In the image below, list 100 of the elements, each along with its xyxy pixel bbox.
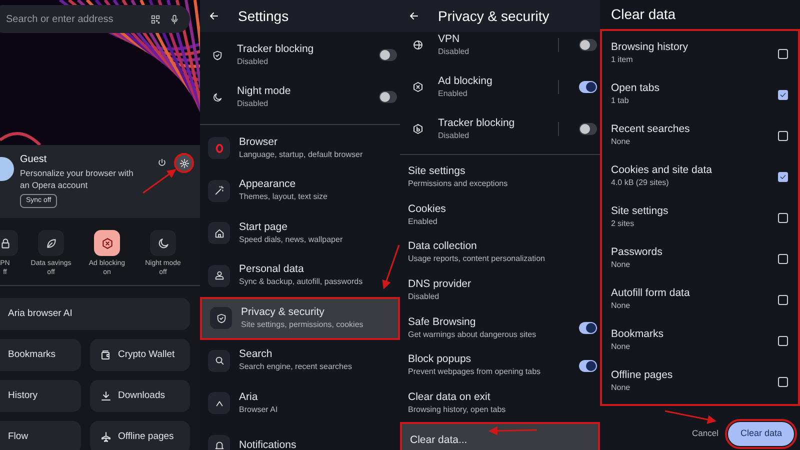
- settings-item[interactable]: Search Search engine, recent searches: [200, 340, 400, 382]
- tile-button[interactable]: Downloads: [90, 380, 190, 412]
- privacy-setting-item[interactable]: Safe Browsing Get warnings about dangerous sites: [400, 309, 600, 347]
- clear-data-button[interactable]: Clear data: [728, 422, 794, 446]
- checkbox[interactable]: [778, 336, 788, 346]
- checkbox[interactable]: [778, 294, 788, 304]
- settings-item[interactable]: Privacy & security Site settings, permissions, cookies: [200, 297, 400, 340]
- setting-subtitle: Sync & backup, autofill, passwords: [239, 276, 363, 288]
- privacy-setting-item[interactable]: Site settings Permissions and exceptions: [400, 159, 600, 197]
- setting-title: Tracker blocking: [438, 116, 516, 130]
- profile-name: Guest: [20, 153, 48, 167]
- qr-code-icon: [150, 14, 161, 24]
- privacy-setting-item[interactable]: Clear data...: [400, 422, 600, 450]
- person-icon: [214, 270, 224, 282]
- setting-title: Clear data...: [410, 434, 468, 448]
- toggle-switch[interactable]: [579, 322, 597, 334]
- setting-subtitle: Disabled: [237, 56, 270, 68]
- option-title: Autofill form data: [611, 287, 691, 300]
- setting-title: Night mode: [237, 84, 292, 98]
- toggle-switch[interactable]: [579, 39, 597, 51]
- option-title: Recent searches: [611, 123, 691, 136]
- toggle-switch[interactable]: [579, 123, 597, 135]
- tile-button[interactable]: Crypto Wallet: [90, 339, 190, 371]
- checkbox[interactable]: [778, 376, 788, 386]
- cancel-button[interactable]: Cancel: [690, 427, 720, 440]
- setting-subtitle: Prevent webpages from opening tabs: [408, 366, 542, 378]
- lock-icon: [0, 236, 12, 250]
- quick-toggle-button[interactable]: [150, 230, 176, 256]
- opera-logo-icon: [214, 142, 224, 154]
- settings-item[interactable]: Personal data Sync & backup, autofill, passwords: [200, 254, 400, 297]
- setting-subtitle: Permissions and exceptions: [408, 178, 509, 190]
- setting-title: Personal data: [239, 263, 305, 276]
- search-bar[interactable]: Search or enter address: [0, 5, 190, 33]
- avatar-icon: [0, 157, 14, 181]
- page-title: Privacy & security: [438, 6, 550, 26]
- setting-title: DNS provider: [408, 278, 472, 292]
- tile-button[interactable]: Bookmarks: [0, 339, 81, 371]
- privacy-setting-item[interactable]: Block popups Prevent webpages from opening tabs: [400, 346, 600, 385]
- settings-item[interactable]: Start page Speed dials, news, wallpaper: [200, 212, 400, 254]
- option-subtitle: None: [611, 136, 632, 148]
- checkbox[interactable]: [778, 212, 788, 222]
- setting-title: Search: [239, 348, 274, 362]
- setting-title: Start page: [239, 220, 288, 234]
- option-title: Bookmarks: [611, 328, 665, 341]
- tile-button[interactable]: Aria browser AI: [0, 298, 190, 330]
- tile-button[interactable]: Offline pages: [90, 421, 190, 450]
- setting-title: Clear data on exit: [408, 390, 492, 404]
- setting-title: Safe Browsing: [408, 316, 477, 329]
- tile-button[interactable]: Flow: [0, 421, 81, 450]
- setting-title: Tracker blocking: [237, 42, 315, 56]
- setting-subtitle: Language, startup, default browser: [239, 148, 363, 161]
- wallet-icon: [100, 349, 112, 361]
- option-subtitle: 1 item: [611, 54, 634, 66]
- setting-title: Appearance: [239, 178, 297, 192]
- setting-title: Site settings: [408, 165, 466, 178]
- privacy-setting-item[interactable]: Clear data on exit Browsing history, open tabs: [400, 384, 600, 422]
- checkbox[interactable]: [778, 254, 788, 264]
- shield-icon: [212, 50, 223, 60]
- quick-toggle-button[interactable]: [94, 230, 120, 256]
- setting-subtitle: Get warnings about dangerous sites: [408, 328, 538, 341]
- checkbox[interactable]: [778, 172, 788, 182]
- setting-title: VPN: [438, 32, 461, 46]
- option-subtitle: None: [611, 382, 632, 394]
- setting-subtitle: Disabled: [438, 46, 470, 58]
- tracker-block-icon: [412, 123, 424, 135]
- tile-button[interactable]: History: [0, 380, 81, 412]
- toggle-switch[interactable]: [379, 49, 397, 61]
- privacy-setting-item[interactable]: Cookies Enabled: [400, 196, 600, 234]
- download-icon: [100, 390, 112, 402]
- privacy-setting-item[interactable]: Data collection Usage reports, content personalization: [400, 234, 600, 272]
- setting-title: Cookies: [408, 202, 447, 216]
- setting-subtitle: Speed dials, news, wallpaper: [239, 234, 343, 246]
- settings-item[interactable]: Aria Browser AI: [200, 382, 400, 424]
- toggle-switch[interactable]: [579, 360, 597, 372]
- setting-subtitle: Enabled: [408, 216, 438, 228]
- toggle-switch[interactable]: [579, 81, 597, 93]
- settings-item[interactable]: Appearance Themes, layout, text size: [200, 170, 400, 212]
- power-icon: [157, 158, 167, 168]
- setting-subtitle: Themes, layout, text size: [239, 191, 328, 204]
- settings-icon: [178, 158, 190, 168]
- toggle-switch[interactable]: [379, 91, 397, 103]
- annotation-arrow: [488, 426, 538, 436]
- setting-subtitle: Disabled: [438, 130, 470, 142]
- checkbox[interactable]: [778, 90, 788, 100]
- privacy-setting-item[interactable]: DNS provider Disabled: [400, 272, 600, 310]
- search-field[interactable]: Search or enter address: [6, 12, 142, 26]
- setting-title: Privacy & security: [241, 306, 326, 319]
- ad-block-icon: [412, 81, 424, 93]
- checkbox[interactable]: [778, 48, 788, 58]
- settings-item[interactable]: Browser Language, startup, default browser: [200, 127, 400, 170]
- option-subtitle: 4.0 kB (29 sites): [611, 177, 670, 189]
- settings-item[interactable]: Notifications: [200, 424, 400, 450]
- settings-button[interactable]: [174, 153, 194, 173]
- quick-toggle-button[interactable]: [38, 230, 64, 256]
- setting-subtitle: Disabled: [237, 98, 270, 110]
- option-title: Browsing history: [611, 41, 690, 54]
- back-icon: [408, 10, 420, 22]
- profile-description: Personalize your browser with an Opera account: [20, 167, 134, 191]
- checkbox[interactable]: [778, 130, 788, 140]
- option-title: Passwords: [611, 246, 664, 259]
